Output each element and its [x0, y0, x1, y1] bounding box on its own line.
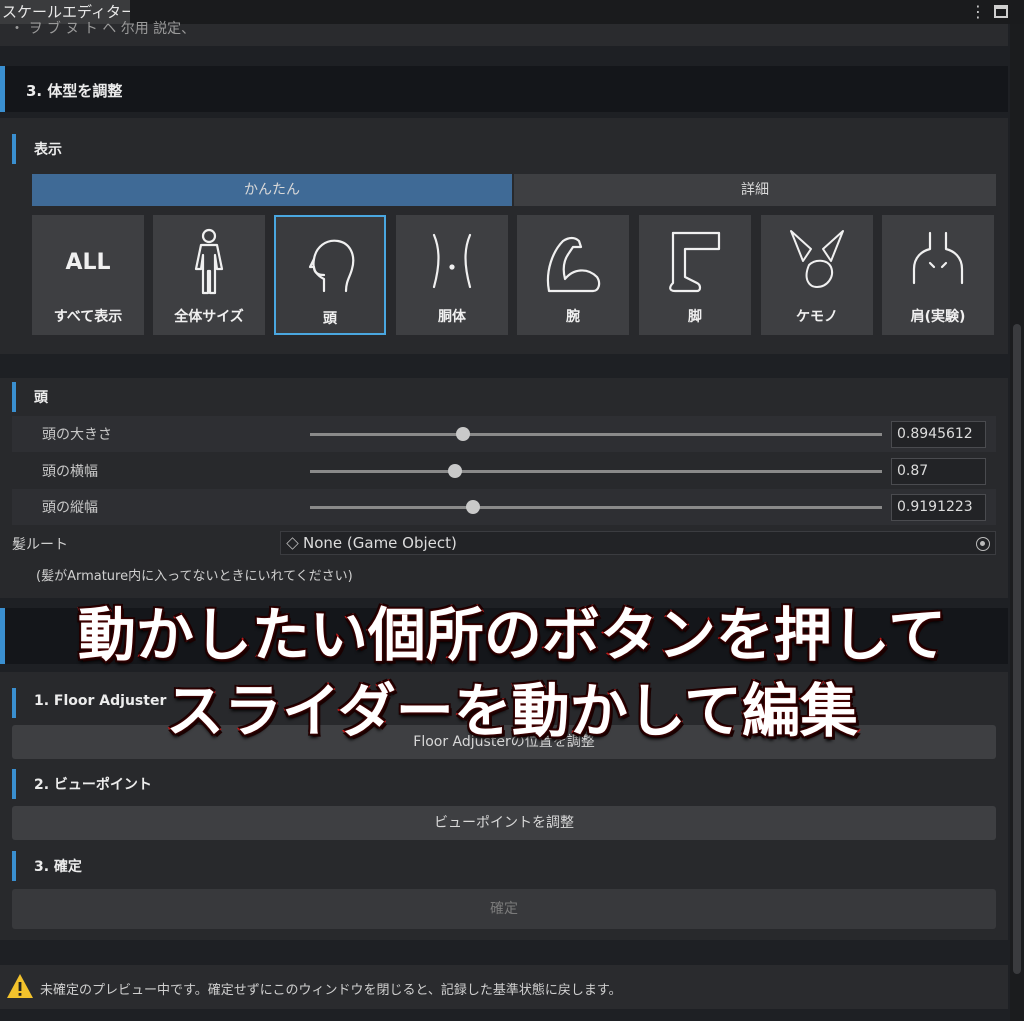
scrollbar[interactable] [1010, 24, 1024, 1021]
subheader-accent-bar [12, 769, 16, 799]
value-field[interactable]: 0.9191223 [891, 494, 986, 521]
viewpoint-title: 2. ビューポイント [34, 777, 152, 793]
section-header-body-adjust[interactable]: 3. 体型を調整 [0, 66, 1008, 112]
part-label: 全体サイズ [174, 309, 244, 325]
cut-off-text: ・ ヲ ブ ヌ ト ヘ 尔用 説定、 [10, 21, 196, 37]
kebab-menu-icon[interactable]: ⋮ [970, 2, 986, 22]
kemono-ears-icon [790, 230, 844, 288]
warning-bar: 未確定のプレビュー中です。確定せずにこのウィンドウを閉じると、記録した基準状態に… [0, 965, 1008, 1009]
slider-label: 頭の横幅 [42, 464, 98, 480]
section-title: 3. 体型を調整 [26, 82, 123, 100]
part-button-torso[interactable]: 胴体 [396, 215, 508, 335]
slider-row-head-height: 頭の縦幅 0.9191223 [12, 489, 996, 525]
part-label: 脚 [688, 309, 702, 325]
hair-root-value: None (Game Object) [303, 534, 457, 552]
warning-message: 未確定のプレビュー中です。確定せずにこのウィンドウを閉じると、記録した基準状態に… [40, 983, 622, 998]
part-button-head[interactable]: 頭 [274, 215, 386, 335]
hair-root-row: 髪ルート None (Game Object) [0, 530, 1008, 556]
part-label: 肩(実験) [910, 309, 966, 325]
previous-section-remnant: ・ ヲ ブ ヌ ト ヘ 尔用 説定、 [0, 21, 1008, 46]
slider-row-head-size: 頭の大きさ 0.8945612 [12, 416, 996, 452]
head-title: 頭 [34, 390, 48, 406]
arm-icon [546, 236, 601, 293]
subheader-accent-bar [12, 851, 16, 881]
confirm-title: 3. 確定 [34, 859, 82, 875]
warning-icon [7, 974, 33, 998]
all-text-icon: ALL [65, 250, 111, 275]
section-accent-bar [0, 66, 5, 112]
hair-root-object-field[interactable]: None (Game Object) [280, 531, 996, 555]
slider-row-head-width: 頭の横幅 0.87 [12, 453, 996, 489]
slider-label: 頭の縦幅 [42, 500, 98, 516]
object-picker-icon[interactable] [976, 537, 990, 551]
part-button-arm[interactable]: 腕 [517, 215, 629, 335]
hair-root-hint: (髪がArmature内に入ってないときにいれてください) [36, 569, 353, 584]
display-label: 表示 [34, 142, 62, 158]
part-label: 胴体 [438, 309, 466, 325]
caption-line-2: スライダーを動かして編集 [165, 676, 860, 747]
value-field[interactable]: 0.8945612 [891, 421, 986, 448]
part-label: 頭 [323, 311, 337, 327]
shoulder-icon [912, 231, 964, 285]
caption-line-1: 動かしたい個所のボタンを押して [76, 600, 947, 671]
torso-icon [432, 233, 472, 289]
part-label: 腕 [566, 309, 580, 325]
value-field[interactable]: 0.87 [891, 458, 986, 485]
slider-knob[interactable] [466, 500, 480, 514]
part-button-whole-size[interactable]: 全体サイズ [153, 215, 265, 335]
slider-knob[interactable] [456, 427, 470, 441]
slider-label: 頭の大きさ [42, 427, 112, 443]
viewpoint-adjust-button[interactable]: ビューポイントを調整 [12, 806, 996, 840]
slider-track[interactable] [310, 470, 882, 473]
head-icon [308, 239, 355, 293]
hair-root-label: 髪ルート [12, 537, 68, 553]
game-object-icon [286, 537, 299, 550]
part-button-all[interactable]: ALL すべて表示 [32, 215, 144, 335]
part-button-shoulder[interactable]: 肩(実験) [882, 215, 994, 335]
slider-knob[interactable] [448, 464, 462, 478]
tab-detail[interactable]: 詳細 [514, 174, 996, 206]
part-button-kemono[interactable]: ケモノ [761, 215, 873, 335]
slider-track[interactable] [310, 433, 882, 436]
maximize-icon[interactable] [994, 5, 1008, 18]
subheader-accent-bar [12, 382, 16, 412]
part-label: すべて表示 [53, 309, 123, 325]
leg-icon [669, 231, 721, 293]
person-icon [194, 228, 224, 295]
tab-simple[interactable]: かんたん [32, 174, 512, 206]
slider-track[interactable] [310, 506, 882, 509]
part-label: ケモノ [796, 309, 838, 325]
confirm-button[interactable]: 確定 [12, 889, 996, 929]
part-button-leg[interactable]: 脚 [639, 215, 751, 335]
subheader-accent-bar [12, 134, 16, 164]
